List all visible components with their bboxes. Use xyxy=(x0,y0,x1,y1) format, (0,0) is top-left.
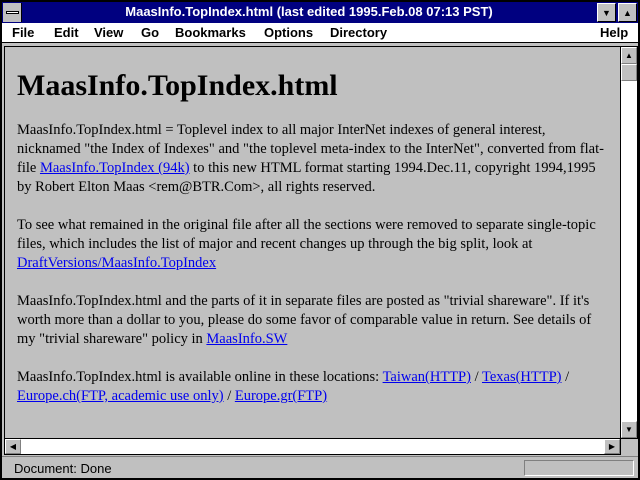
texas-link[interactable]: Texas(HTTP) xyxy=(482,369,562,385)
menu-options[interactable]: Options xyxy=(264,25,313,40)
window-title: MaasInfo.TopIndex.html (last edited 1995… xyxy=(125,4,493,19)
maximize-button[interactable]: ▲ xyxy=(618,3,637,22)
arrow-down-icon: ▼ xyxy=(625,425,633,434)
browser-window: MaasInfo.TopIndex.html (last edited 1995… xyxy=(0,0,640,480)
status-bar: Document: Done xyxy=(2,456,638,478)
progress-indicator xyxy=(524,460,634,476)
menu-directory[interactable]: Directory xyxy=(330,25,387,40)
menu-help[interactable]: Help xyxy=(600,25,628,40)
title-bar[interactable]: MaasInfo.TopIndex.html (last edited 1995… xyxy=(2,2,638,23)
menu-go[interactable]: Go xyxy=(141,25,159,40)
horizontal-scrollbar[interactable]: ◀ ▶ xyxy=(4,439,621,455)
locations-text: MaasInfo.TopIndex.html is available onli… xyxy=(17,369,383,385)
taiwan-link[interactable]: Taiwan(HTTP) xyxy=(383,369,471,385)
europe-gr-link[interactable]: Europe.gr(FTP) xyxy=(235,388,327,404)
maximize-icon: ▲ xyxy=(623,7,632,18)
intro-paragraph: MaasInfo.TopIndex.html = Toplevel index … xyxy=(17,121,606,197)
separator: / xyxy=(470,369,482,385)
separator: / xyxy=(561,369,570,385)
draft-versions-link[interactable]: DraftVersions/MaasInfo.TopIndex xyxy=(17,255,216,271)
vertical-scrollbar[interactable]: ▲ ▼ xyxy=(621,46,638,439)
draft-text: To see what remained in the original fil… xyxy=(17,217,596,252)
system-menu-button[interactable] xyxy=(3,3,22,22)
scroll-right-button[interactable]: ▶ xyxy=(604,439,620,454)
shareware-text: MaasInfo.TopIndex.html and the parts of … xyxy=(17,293,592,347)
flat-file-link[interactable]: MaasInfo.TopIndex (94k) xyxy=(40,160,190,176)
scroll-up-button[interactable]: ▲ xyxy=(621,47,637,64)
separator: / xyxy=(223,388,235,404)
status-text: Document: Done xyxy=(14,461,112,476)
page-heading: MaasInfo.TopIndex.html xyxy=(17,69,338,102)
menu-bar: File Edit View Go Bookmarks Options Dire… xyxy=(2,23,638,43)
menu-bookmarks[interactable]: Bookmarks xyxy=(175,25,246,40)
arrow-left-icon: ◀ xyxy=(9,442,17,451)
draft-paragraph: To see what remained in the original fil… xyxy=(17,216,606,273)
shareware-policy-link[interactable]: MaasInfo.SW xyxy=(206,331,287,347)
menu-view[interactable]: View xyxy=(94,25,123,40)
arrow-right-icon: ▶ xyxy=(608,442,616,451)
locations-paragraph: MaasInfo.TopIndex.html is available onli… xyxy=(17,368,606,406)
scroll-left-button[interactable]: ◀ xyxy=(5,439,21,454)
minimize-icon: ▼ xyxy=(602,7,611,18)
scrollbar-corner xyxy=(621,439,638,455)
vertical-scroll-thumb[interactable] xyxy=(621,64,637,81)
menu-file[interactable]: File xyxy=(12,25,34,40)
document-view: MaasInfo.TopIndex.html MaasInfo.TopIndex… xyxy=(4,46,621,439)
arrow-up-icon: ▲ xyxy=(625,51,633,60)
menu-edit[interactable]: Edit xyxy=(54,25,79,40)
scroll-down-button[interactable]: ▼ xyxy=(621,421,637,438)
europe-ch-link[interactable]: Europe.ch(FTP, academic use only) xyxy=(17,388,224,404)
shareware-paragraph: MaasInfo.TopIndex.html and the parts of … xyxy=(17,292,606,349)
minimize-button[interactable]: ▼ xyxy=(597,3,616,22)
system-menu-icon xyxy=(6,11,19,14)
